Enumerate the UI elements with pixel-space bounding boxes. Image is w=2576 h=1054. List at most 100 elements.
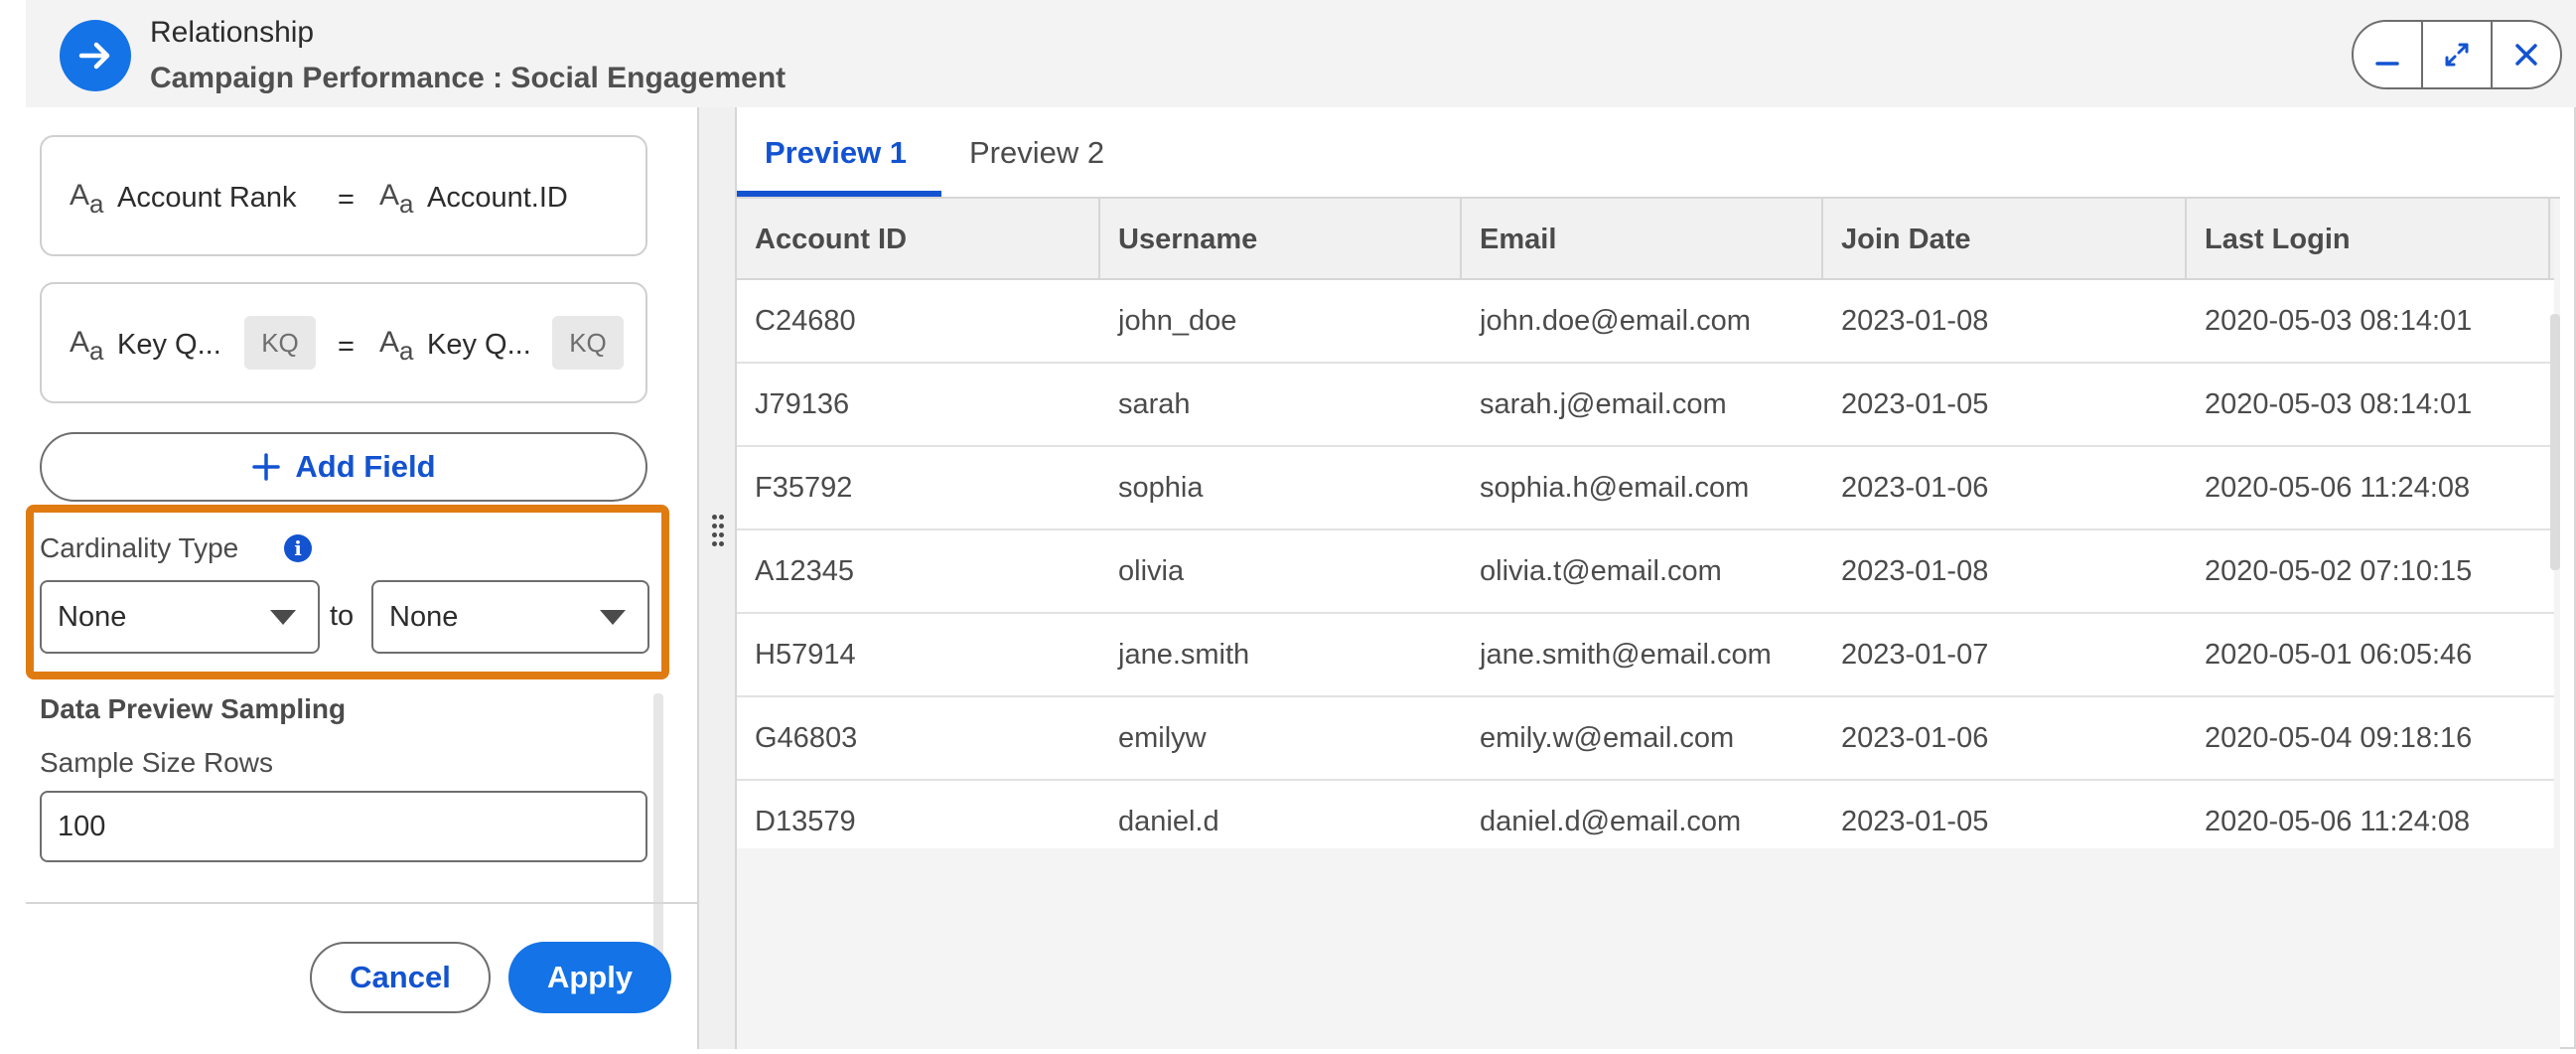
- cardinality-left-select[interactable]: None: [40, 580, 320, 654]
- dialog-title: Relationship: [150, 16, 315, 49]
- table-row[interactable]: G46803 emilyw emily.w@email.com 2023-01-06 2…: [737, 697, 2554, 781]
- select-value: None: [389, 600, 459, 633]
- column-header[interactable]: Join Date: [1823, 199, 2187, 280]
- last-login-cell: 2020-05-04 09:18:16: [2205, 721, 2473, 754]
- footer-divider: [26, 902, 697, 904]
- table-header: Account ID Username Email Join Date Last…: [737, 199, 2554, 280]
- last-login-cell: 2020-05-02 07:10:15: [2205, 554, 2473, 587]
- dialog-header: Relationship Campaign Performance : Soci…: [26, 0, 2576, 107]
- close-button[interactable]: [2491, 22, 2560, 87]
- arrow-right-icon[interactable]: [60, 20, 131, 91]
- panel-splitter[interactable]: [697, 107, 737, 1049]
- join-date-cell: 2023-01-05: [1841, 805, 1989, 837]
- preview-table: Account ID Username Email Join Date Last…: [737, 199, 2554, 848]
- info-icon[interactable]: i: [284, 534, 312, 562]
- field-mapping-row[interactable]: Aa Account Rank = Aa Account.ID: [40, 135, 647, 256]
- text-type-icon: Aa: [70, 326, 104, 366]
- table-row[interactable]: C24680 john_doe john.doe@email.com 2023-01-…: [737, 280, 2554, 364]
- left-field-name: Account Rank: [117, 182, 297, 214]
- column-header[interactable]: Account ID: [737, 199, 1100, 280]
- add-field-button[interactable]: Add Field: [40, 432, 647, 502]
- username-cell: john_doe: [1118, 304, 1237, 337]
- plus-icon: [252, 453, 281, 481]
- close-icon: [2515, 44, 2537, 66]
- account-id-cell: D13579: [755, 805, 856, 837]
- table-row[interactable]: D13579 daniel.d daniel.d@email.com 2023-01-…: [737, 781, 2554, 848]
- username-cell: daniel.d: [1118, 805, 1219, 837]
- column-header[interactable]: Last Login: [2187, 199, 2550, 280]
- username-cell: sophia: [1118, 471, 1204, 504]
- username-cell: sarah: [1118, 387, 1191, 420]
- email-cell: olivia.t@email.com: [1480, 554, 1722, 587]
- last-login-cell: 2020-05-03 08:14:01: [2205, 304, 2473, 337]
- text-type-icon: Aa: [379, 179, 414, 219]
- field-mapping-row[interactable]: Aa Key Q... KQ = Aa Key Q... KQ: [40, 282, 647, 403]
- account-id-cell: C24680: [755, 304, 856, 337]
- join-date-cell: 2023-01-08: [1841, 554, 1989, 587]
- table-row[interactable]: F35792 sophia sophia.h@email.com 2023-01-06…: [737, 447, 2554, 530]
- apply-button[interactable]: Apply: [508, 942, 671, 1013]
- email-cell: sophia.h@email.com: [1480, 471, 1750, 504]
- tab-preview-2[interactable]: Preview 2: [969, 135, 1104, 171]
- account-id-cell: G46803: [755, 721, 858, 754]
- join-date-cell: 2023-01-05: [1841, 387, 1989, 420]
- expand-button[interactable]: [2421, 22, 2491, 87]
- active-tab-indicator: [737, 191, 941, 197]
- right-field-name: Key Q...: [427, 329, 531, 361]
- chevron-down-icon: [600, 610, 626, 625]
- column-header[interactable]: Username: [1100, 199, 1462, 280]
- email-cell: emily.w@email.com: [1480, 721, 1735, 754]
- field-badge: KQ: [552, 316, 624, 370]
- expand-icon: [2445, 43, 2469, 67]
- username-cell: emilyw: [1118, 721, 1207, 754]
- join-date-cell: 2023-01-06: [1841, 471, 1989, 504]
- email-cell: daniel.d@email.com: [1480, 805, 1742, 837]
- table-scrollbar[interactable]: [2550, 314, 2560, 570]
- equals-sign: =: [338, 184, 355, 216]
- table-row[interactable]: J79136 sarah sarah.j@email.com 2023-01-05 20…: [737, 364, 2554, 447]
- drag-handle-icon[interactable]: [711, 515, 725, 548]
- relationship-config-panel: Aa Account Rank = Aa Account.ID Aa Key Q…: [26, 107, 697, 1049]
- chevron-down-icon: [270, 610, 296, 625]
- sample-size-label: Sample Size Rows: [40, 747, 273, 778]
- select-value: None: [58, 600, 127, 633]
- last-login-cell: 2020-05-03 08:14:01: [2205, 387, 2473, 420]
- cardinality-to-label: to: [330, 600, 355, 632]
- account-id-cell: J79136: [755, 387, 850, 420]
- join-date-cell: 2023-01-08: [1841, 304, 1989, 337]
- account-id-cell: F35792: [755, 471, 853, 504]
- right-field-name: Account.ID: [427, 182, 568, 214]
- window-controls: [2352, 20, 2562, 89]
- cardinality-label: Cardinality Type: [40, 532, 239, 563]
- account-id-cell: H57914: [755, 638, 856, 671]
- text-type-icon: Aa: [379, 326, 414, 366]
- column-header[interactable]: Email: [1462, 199, 1823, 280]
- add-field-label: Add Field: [295, 449, 436, 484]
- cancel-button[interactable]: Cancel: [310, 942, 491, 1013]
- email-cell: john.doe@email.com: [1480, 304, 1751, 337]
- tab-preview-1[interactable]: Preview 1: [765, 135, 907, 171]
- account-id-cell: A12345: [755, 554, 854, 587]
- join-date-cell: 2023-01-07: [1841, 638, 1989, 671]
- last-login-cell: 2020-05-06 11:24:08: [2205, 471, 2471, 504]
- data-preview-panel: Preview 1 Preview 2 Account ID Username …: [737, 107, 2560, 1049]
- last-login-cell: 2020-05-01 06:05:46: [2205, 638, 2473, 671]
- preview-tabs: Preview 1 Preview 2: [737, 107, 2560, 199]
- equals-sign: =: [338, 331, 355, 363]
- cardinality-right-select[interactable]: None: [371, 580, 649, 654]
- minimize-button[interactable]: [2354, 22, 2421, 87]
- sample-size-input[interactable]: 100: [40, 791, 647, 862]
- dialog-subtitle: Campaign Performance : Social Engagement: [150, 62, 787, 94]
- username-cell: jane.smith: [1118, 638, 1250, 671]
- table-row[interactable]: H57914 jane.smith jane.smith@email.com 2023…: [737, 614, 2554, 697]
- field-badge: KQ: [244, 316, 316, 370]
- minimize-icon: [2375, 62, 2399, 66]
- email-cell: jane.smith@email.com: [1480, 638, 1772, 671]
- text-type-icon: Aa: [70, 179, 104, 219]
- join-date-cell: 2023-01-06: [1841, 721, 1989, 754]
- username-cell: olivia: [1118, 554, 1185, 587]
- sampling-section-title: Data Preview Sampling: [40, 693, 347, 724]
- last-login-cell: 2020-05-06 11:24:08: [2205, 805, 2471, 837]
- table-row[interactable]: A12345 olivia olivia.t@email.com 2023-01-08…: [737, 530, 2554, 614]
- left-panel-scrollbar[interactable]: [653, 693, 663, 964]
